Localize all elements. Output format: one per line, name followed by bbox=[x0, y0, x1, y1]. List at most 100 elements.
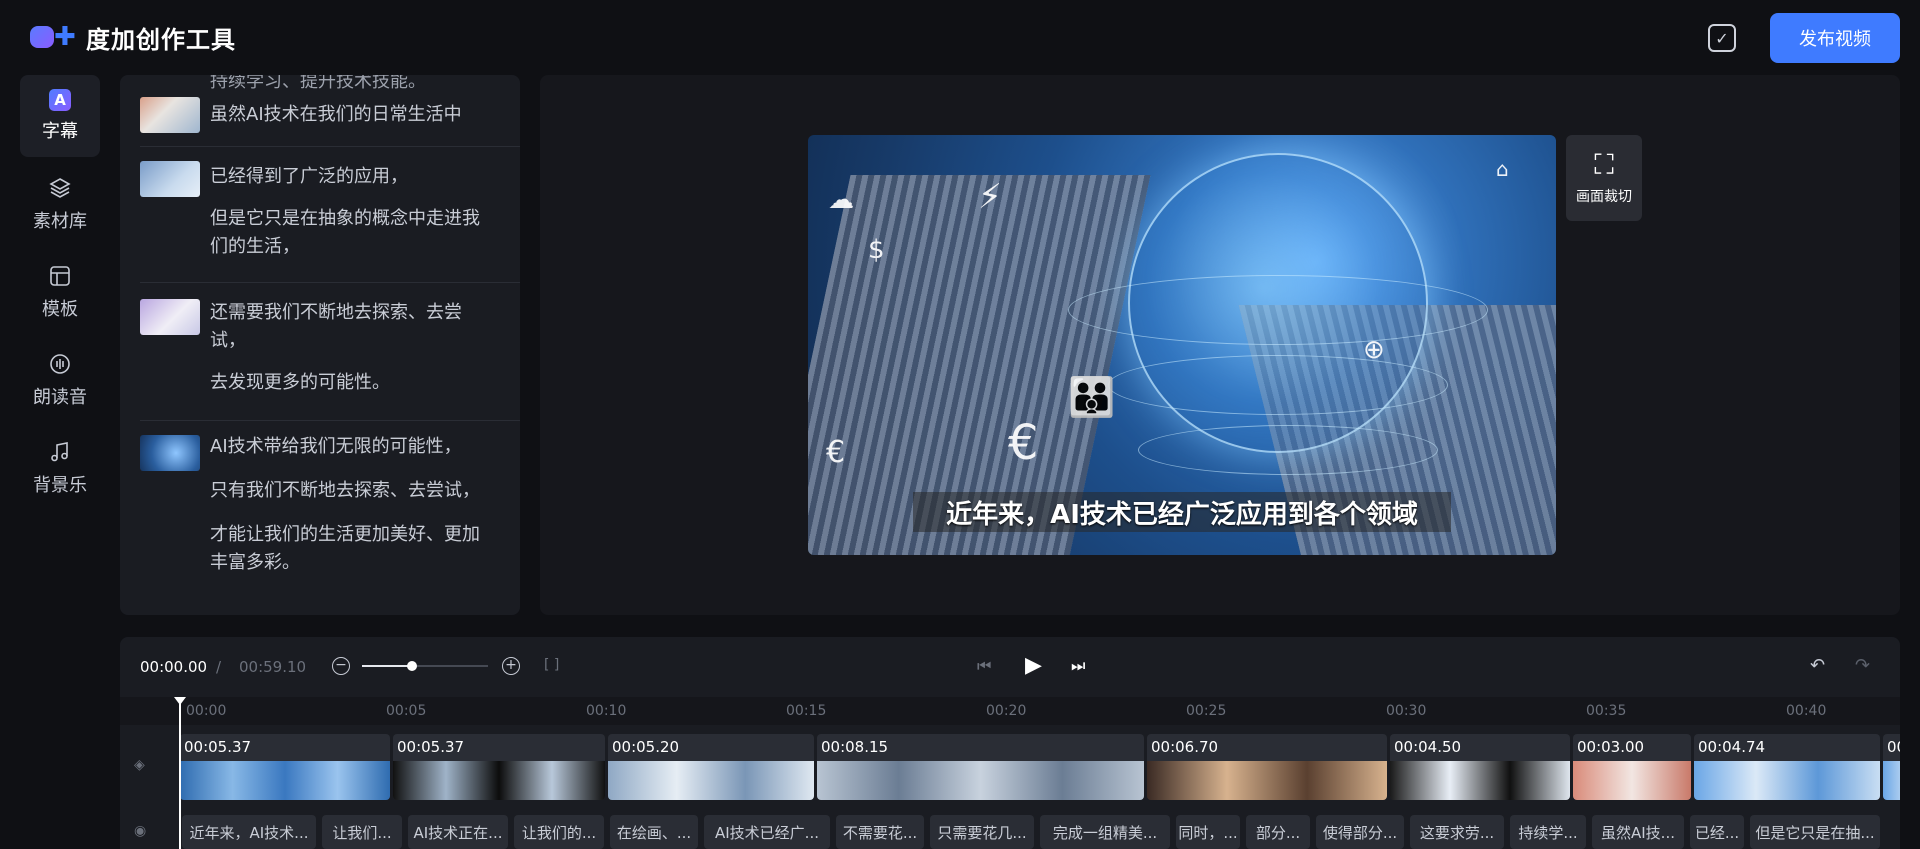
clip-thumbnail-strip bbox=[393, 761, 605, 800]
clip-thumbnail-strip bbox=[817, 761, 1144, 800]
subtitle-chip[interactable]: 完成一组精美... bbox=[1040, 815, 1170, 849]
clip-thumbnail bbox=[140, 161, 200, 197]
video-clip[interactable]: 00:04.74 bbox=[1694, 734, 1880, 800]
clip-duration: 00 bbox=[1887, 738, 1900, 756]
ruler-tick: 00:30 bbox=[1386, 703, 1427, 719]
subtitle-chip[interactable]: AI技术已经广... bbox=[704, 815, 830, 849]
clip-duration: 00:06.70 bbox=[1151, 738, 1219, 756]
clip-thumbnail-strip bbox=[1573, 761, 1691, 800]
skip-back-icon[interactable]: ⏮ bbox=[977, 656, 991, 676]
subtitle-line[interactable]: 还需要我们不断地去探索、去尝试， bbox=[210, 299, 480, 355]
crop-icon: ⛶ bbox=[1594, 148, 1614, 181]
subtitle-line[interactable]: 去发现更多的可能性。 bbox=[210, 369, 480, 397]
subtitle-chip[interactable]: 在绘画、... bbox=[610, 815, 698, 849]
video-clip[interactable]: 00:04.50 bbox=[1390, 734, 1570, 800]
subtitle-chip[interactable]: 近年来，AI技术... bbox=[182, 815, 316, 849]
publish-video-button[interactable]: 发布视频 bbox=[1770, 13, 1900, 63]
subtitle-chip[interactable]: 已经... bbox=[1690, 815, 1744, 849]
subtitle-chip[interactable]: AI技术正在... bbox=[408, 815, 508, 849]
subtitle-chip[interactable]: 这要求劳... bbox=[1410, 815, 1504, 849]
subtitle-icon: A bbox=[49, 89, 71, 111]
clip-thumbnail-strip bbox=[1883, 761, 1900, 800]
subtitle-line[interactable]: AI技术带给我们无限的可能性， bbox=[210, 433, 480, 461]
subtitle-group[interactable]: AI技术带给我们无限的可能性， 只有我们不断地去探索、去尝试， 才能让我们的生活… bbox=[140, 421, 520, 615]
skip-forward-icon[interactable]: ⏭ bbox=[1071, 656, 1085, 676]
nav-item-label: 模板 bbox=[42, 299, 78, 320]
clip-thumbnail-strip bbox=[180, 761, 390, 800]
video-clip[interactable]: 00:05.37 bbox=[180, 734, 390, 800]
playhead[interactable] bbox=[179, 697, 181, 849]
subtitle-line[interactable]: 但是它只是在抽象的概念中走进我们的生活， bbox=[210, 205, 480, 261]
clip-thumbnail-strip bbox=[1147, 761, 1387, 800]
video-clip[interactable]: 00:03.00 bbox=[1573, 734, 1691, 800]
video-caption: 近年来，AI技术已经广泛应用到各个领域 bbox=[913, 492, 1451, 532]
subtitle-chip[interactable]: 部分... bbox=[1246, 815, 1310, 849]
subtitle-chip[interactable]: 使得部分... bbox=[1316, 815, 1404, 849]
ruler-tick: 00:35 bbox=[1586, 703, 1627, 719]
subtitle-chip[interactable]: 虽然AI技... bbox=[1592, 815, 1684, 849]
nav-item-label: 素材库 bbox=[33, 211, 87, 232]
video-clip[interactable]: 00 bbox=[1883, 734, 1900, 800]
split-icon[interactable]: [ ] bbox=[544, 657, 559, 673]
nav-item-voice[interactable]: 朗读音 bbox=[20, 339, 100, 421]
app-logo: ✚ 度加创作工具 bbox=[30, 20, 236, 55]
cloud-icon: ☁ bbox=[828, 185, 854, 215]
play-icon[interactable]: ▶ bbox=[1025, 653, 1042, 678]
subtitle-line[interactable]: 只有我们不断地去探索、去尝试， bbox=[210, 477, 480, 505]
clip-thumbnail-strip bbox=[1694, 761, 1880, 800]
nav-item-subtitle[interactable]: A 字幕 bbox=[20, 75, 100, 157]
ruler-tick: 00:40 bbox=[1786, 703, 1827, 719]
orbit-ring bbox=[1068, 275, 1488, 345]
video-clip[interactable]: 00:05.20 bbox=[608, 734, 814, 800]
voice-icon bbox=[47, 351, 73, 377]
video-frame[interactable]: ☁ $ ⚡ € € 👪 ⊕ ⌂ 近年来，AI技术已经广泛应用到各个领域 bbox=[808, 135, 1556, 555]
clip-duration: 00:05.37 bbox=[184, 738, 252, 756]
clip-thumbnail-strip bbox=[1390, 761, 1570, 800]
video-clip[interactable]: 00:05.37 bbox=[393, 734, 605, 800]
subtitle-chip[interactable]: 同时，... bbox=[1176, 815, 1240, 849]
undo-icon[interactable]: ↶ bbox=[1810, 655, 1825, 676]
subtitle-line[interactable]: 已经得到了广泛的应用， bbox=[210, 163, 480, 191]
subtitle-list-panel: 持续学习、提升技术技能。 虽然AI技术在我们的日常生活中 已经得到了广泛的应用，… bbox=[120, 75, 520, 615]
subtitle-group[interactable]: 已经得到了广泛的应用， 但是它只是在抽象的概念中走进我们的生活， bbox=[140, 147, 520, 283]
total-time: 00:59.10 bbox=[239, 658, 307, 676]
subtitle-chip[interactable]: 不需要花... bbox=[836, 815, 924, 849]
crop-button[interactable]: ⛶ 画面裁切 bbox=[1566, 135, 1642, 221]
timeline-panel: 00:00.00 / 00:59.10 − + [ ] ⏮ ▶ ⏭ ↶ ↷ 00… bbox=[120, 637, 1900, 849]
nav-item-label: 字幕 bbox=[42, 121, 78, 142]
subtitle-chip[interactable]: 只需要花几... bbox=[930, 815, 1034, 849]
zoom-slider[interactable] bbox=[362, 661, 488, 671]
zoom-slider-fill bbox=[362, 665, 413, 667]
subtitle-group[interactable]: 还需要我们不断地去探索、去尝试， 去发现更多的可能性。 bbox=[140, 283, 520, 421]
euro-icon: € bbox=[1008, 415, 1039, 471]
family-icon: 👪 bbox=[1068, 375, 1116, 419]
time-ruler[interactable]: 00:00 00:05 00:10 00:15 00:20 00:25 00:30 00:35… bbox=[120, 697, 1900, 725]
subtitle-chip[interactable]: 但是它只是在抽... bbox=[1750, 815, 1880, 849]
nav-item-library[interactable]: 素材库 bbox=[20, 163, 100, 245]
crop-label: 画面裁切 bbox=[1576, 189, 1632, 205]
zoom-in-icon[interactable]: + bbox=[502, 657, 520, 675]
subtitle-chip[interactable]: 让我们... bbox=[322, 815, 402, 849]
subtitle-group[interactable]: 虽然AI技术在我们的日常生活中 bbox=[140, 85, 520, 147]
orbit-ring bbox=[1108, 355, 1448, 415]
video-clip[interactable]: 00:08.15 bbox=[817, 734, 1144, 800]
video-track-icon: ◈ bbox=[134, 757, 145, 773]
checklist-icon[interactable]: ✓ bbox=[1708, 24, 1736, 52]
current-time: 00:00.00 bbox=[140, 658, 208, 676]
nav-item-template[interactable]: 模板 bbox=[20, 251, 100, 333]
dollar-icon: $ bbox=[868, 235, 885, 265]
nav-item-music[interactable]: 背景乐 bbox=[20, 427, 100, 509]
ruler-tick: 00:00 bbox=[186, 703, 227, 719]
clip-duration: 00:05.20 bbox=[612, 738, 680, 756]
subtitle-chip[interactable]: 让我们的... bbox=[514, 815, 604, 849]
zoom-out-icon[interactable]: − bbox=[332, 657, 350, 675]
redo-icon[interactable]: ↷ bbox=[1855, 655, 1870, 676]
nav-item-label: 背景乐 bbox=[33, 475, 87, 496]
video-preview-area: ☁ $ ⚡ € € 👪 ⊕ ⌂ 近年来，AI技术已经广泛应用到各个领域 ⛶ 画面… bbox=[540, 75, 1900, 615]
video-clip[interactable]: 00:06.70 bbox=[1147, 734, 1387, 800]
subtitle-line[interactable]: 才能让我们的生活更加美好、更加丰富多彩。 bbox=[210, 521, 480, 577]
subtitle-line[interactable]: 虽然AI技术在我们的日常生活中 bbox=[210, 101, 480, 129]
playhead-handle[interactable] bbox=[174, 697, 186, 705]
zoom-slider-handle[interactable] bbox=[407, 661, 418, 671]
subtitle-chip[interactable]: 持续学... bbox=[1510, 815, 1586, 849]
